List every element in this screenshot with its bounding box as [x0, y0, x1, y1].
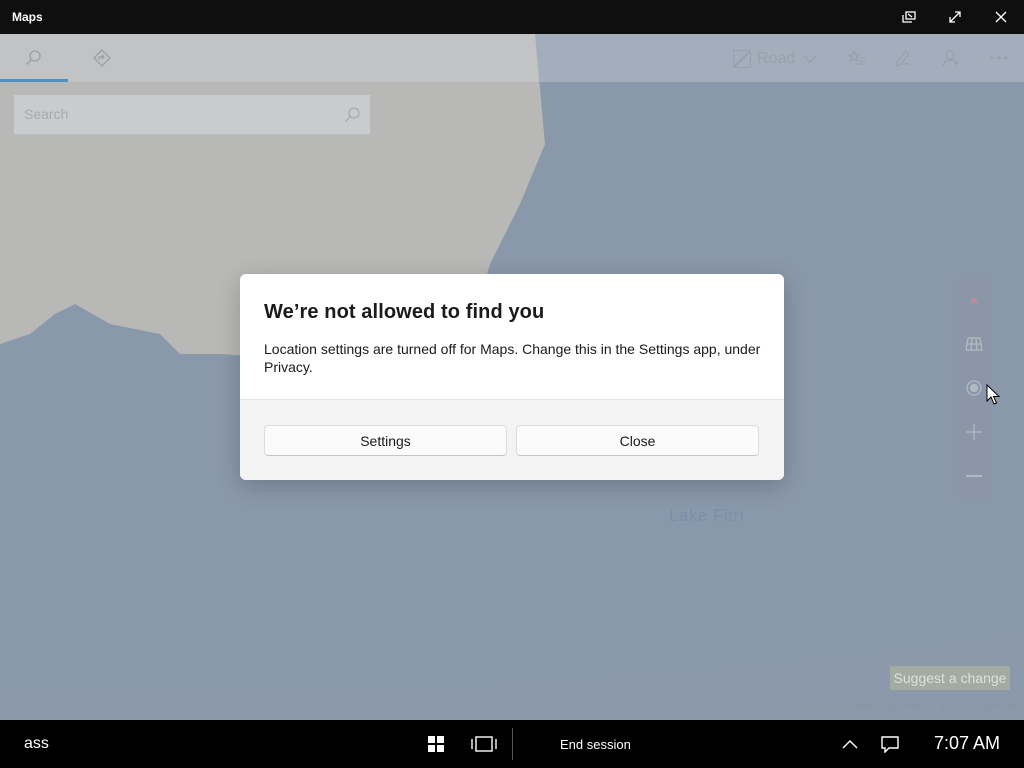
map-style-dropdown[interactable]: Road [733, 48, 817, 70]
mouse-cursor-icon [986, 384, 1000, 405]
search-icon [345, 107, 360, 122]
copyright-text: © 2022 Microsoft Corporation, © 2022 Tom… [789, 701, 1020, 713]
close-icon [995, 11, 1007, 23]
zoom-in-button[interactable] [956, 410, 992, 454]
close-button[interactable] [978, 0, 1024, 34]
end-session-label: End session [560, 736, 631, 752]
show-location-icon [966, 380, 982, 396]
zoom-in-icon [966, 424, 982, 440]
ink-button[interactable] [886, 34, 920, 82]
dialog-footer: Settings Close [240, 399, 784, 480]
dialog-title: We’re not allowed to find you [264, 301, 545, 323]
tab-search[interactable] [0, 34, 68, 82]
compass-icon [970, 296, 978, 304]
show-hidden-icons-button[interactable] [836, 720, 864, 768]
3d-cities-button[interactable] [956, 322, 992, 366]
search-icon [26, 50, 41, 65]
action-center-button[interactable] [876, 720, 904, 768]
task-view-button[interactable] [468, 720, 500, 768]
ink-icon [895, 50, 912, 67]
search-input[interactable] [14, 95, 334, 133]
favorites-button[interactable] [840, 34, 874, 82]
windows-logo-icon [428, 736, 444, 752]
title-bar: Maps [0, 0, 1024, 34]
more-icon [990, 56, 1008, 60]
map-style-label: Road [757, 50, 796, 67]
account-button[interactable] [934, 34, 968, 82]
start-button[interactable] [422, 720, 450, 768]
taskbar-clock[interactable]: 7:07 AM [934, 733, 1000, 754]
taskbar-left-text: ass [24, 735, 49, 752]
tab-directions[interactable] [68, 34, 136, 82]
zoom-out-button[interactable] [956, 454, 992, 498]
favorites-icon [848, 50, 865, 65]
map-style-icon [733, 50, 751, 68]
maximize-button[interactable] [932, 0, 978, 34]
suggest-change-button[interactable]: Suggest a change [890, 666, 1010, 690]
dialog-body: Location settings are turned off for Map… [264, 341, 761, 375]
checkmark-circle-icon [533, 736, 549, 752]
app-title: Maps [12, 10, 43, 24]
task-view-icon [471, 736, 497, 752]
taskbar-divider [512, 728, 513, 760]
lake-label: Lake Fitri [669, 506, 744, 525]
3d-cities-icon [965, 337, 983, 351]
account-icon [942, 50, 959, 67]
directions-icon [93, 49, 111, 67]
dialog-close-button[interactable]: Close [516, 425, 759, 456]
app-toolbar: Road [0, 34, 1024, 82]
maximize-icon [949, 11, 961, 23]
tablet-mode-button[interactable] [886, 0, 932, 34]
chevron-up-icon [842, 740, 858, 749]
location-permission-dialog: We’re not allowed to find you Location s… [240, 274, 784, 480]
notification-icon [881, 736, 899, 753]
more-button[interactable] [982, 34, 1016, 82]
compass-button[interactable] [956, 278, 992, 322]
taskbar: ass End session 7:07 AM [0, 720, 1024, 768]
end-session-button[interactable]: End session [532, 720, 631, 768]
search-submit-button[interactable] [344, 106, 362, 129]
tablet-mode-icon [902, 11, 916, 23]
zoom-out-icon [966, 475, 982, 477]
settings-button[interactable]: Settings [264, 425, 507, 456]
chevron-down-icon [803, 55, 817, 63]
search-box [14, 95, 370, 135]
